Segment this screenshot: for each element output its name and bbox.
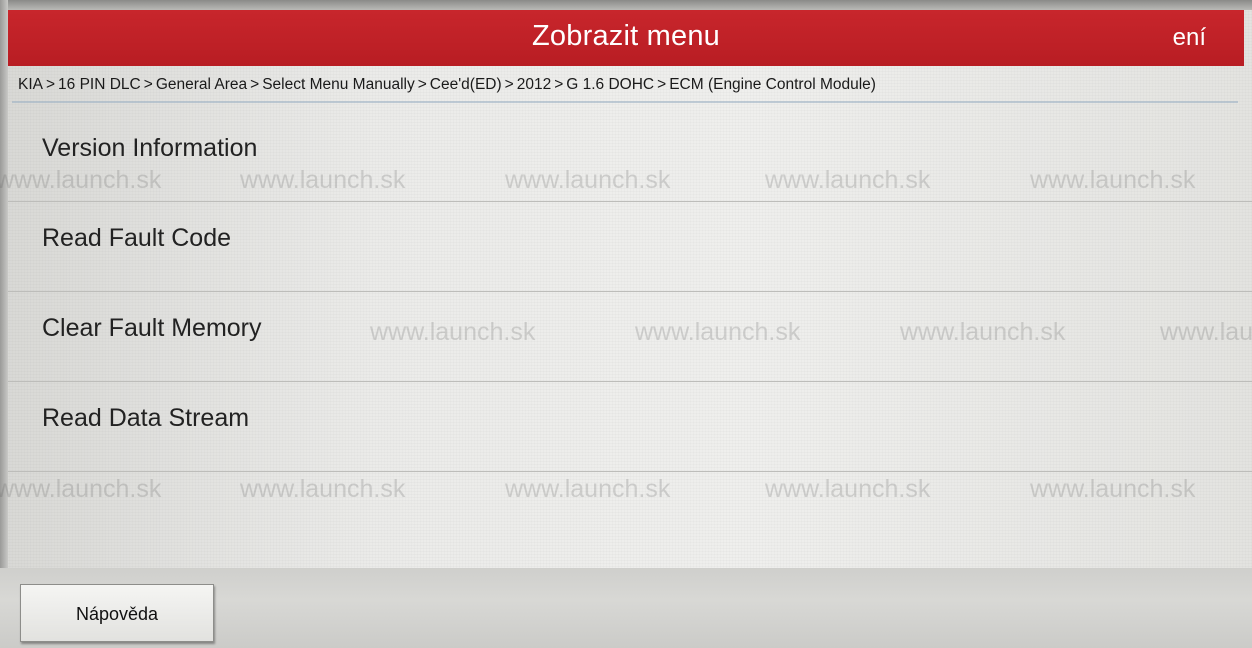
breadcrumb: KIA >16 PIN DLC > General Area > Select Menu … xyxy=(18,76,1238,100)
menu-item-read-data-stream[interactable]: Read Data Stream xyxy=(8,382,1252,472)
breadcrumb-separator: > xyxy=(143,76,153,93)
watermark: www.launch.sk xyxy=(240,475,406,503)
breadcrumb-item[interactable]: KIA xyxy=(18,76,43,93)
breadcrumb-divider xyxy=(12,101,1238,103)
help-button[interactable]: Nápověda xyxy=(20,584,214,642)
watermark: www.launch.sk xyxy=(1030,475,1196,503)
menu-item-label: Read Fault Code xyxy=(42,224,232,252)
breadcrumb-item[interactable]: ECM (Engine Control Module) xyxy=(669,76,876,93)
device-bezel-top xyxy=(0,0,1252,10)
watermark: www.launch.sk xyxy=(505,475,671,503)
menu-item-clear-fault-memory[interactable]: Clear Fault Memory xyxy=(8,292,1252,382)
title-bar: Zobrazit menu ení xyxy=(8,10,1244,66)
menu-item-label: Version Information xyxy=(42,134,258,162)
diagnostic-screen: Zobrazit menu ení KIA >16 PIN DLC > General… xyxy=(0,0,1252,648)
page-title: Zobrazit menu xyxy=(532,20,720,52)
breadcrumb-item[interactable]: 16 PIN DLC xyxy=(58,76,141,93)
settings-button[interactable]: ení xyxy=(1173,24,1206,52)
breadcrumb-item[interactable]: 2012 xyxy=(517,76,551,93)
breadcrumb-separator: > xyxy=(45,76,56,93)
watermark: www.launch.sk xyxy=(0,475,162,503)
menu-item-label: Read Data Stream xyxy=(42,404,250,432)
menu-item-read-fault-code[interactable]: Read Fault Code xyxy=(8,202,1252,292)
watermark: www.launch.sk xyxy=(765,475,931,503)
breadcrumb-item[interactable]: Cee'd(ED) xyxy=(430,76,502,93)
breadcrumb-separator: > xyxy=(417,76,427,93)
breadcrumb-item[interactable]: Select Menu Manually xyxy=(262,76,415,93)
menu-item-label: Clear Fault Memory xyxy=(42,314,262,342)
breadcrumb-item[interactable]: G 1.6 DOHC xyxy=(566,76,654,93)
device-bezel-left xyxy=(0,0,8,648)
menu-item-version-information[interactable]: Version Information xyxy=(8,112,1252,202)
breadcrumb-separator: > xyxy=(657,76,667,93)
breadcrumb-separator: > xyxy=(250,76,260,93)
menu-divider xyxy=(8,471,1252,472)
breadcrumb-item[interactable]: General Area xyxy=(156,76,247,93)
breadcrumb-separator: > xyxy=(554,76,564,93)
breadcrumb-separator: > xyxy=(504,76,514,93)
footer-bar: Nápověda xyxy=(0,568,1252,648)
